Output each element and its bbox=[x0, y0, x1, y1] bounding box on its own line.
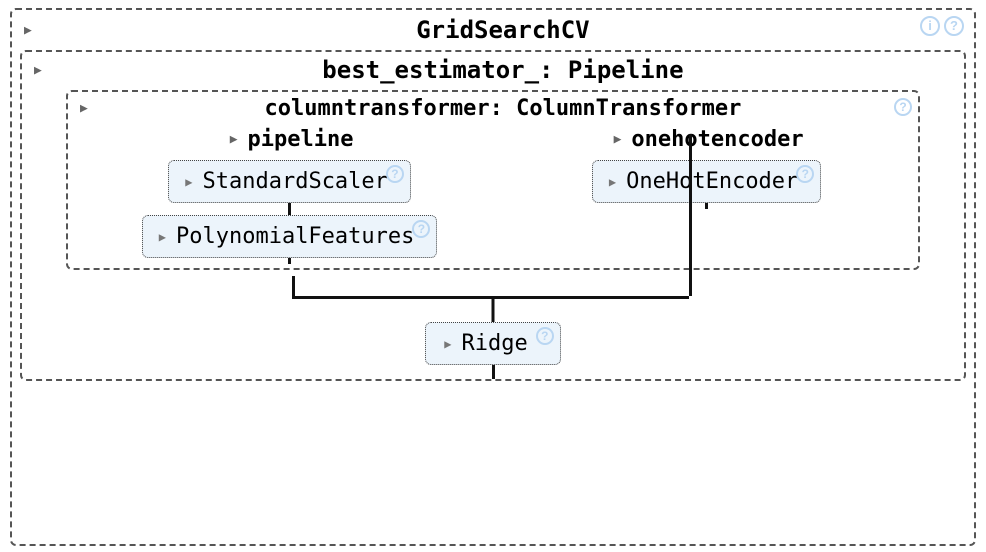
ct-title: columntransformer: ColumnTransformer bbox=[96, 96, 910, 121]
expand-caret-icon[interactable]: ▶ bbox=[614, 132, 622, 147]
pipeline-header-row: ▶ pipeline bbox=[76, 127, 503, 152]
gridsearch-title: GridSearchCV bbox=[40, 16, 966, 44]
connector-line bbox=[492, 365, 495, 379]
onehotencoder-box[interactable]: ▶ OneHotEncoder ? bbox=[592, 160, 821, 203]
gridsearch-help-icons: i ? bbox=[920, 16, 964, 36]
ct-columns: ▶ pipeline ▶ StandardScaler ? ▶ Polynomi… bbox=[76, 127, 910, 264]
ridge-row: ▶ Ridge ? bbox=[30, 322, 956, 365]
expand-caret-icon[interactable]: ▶ bbox=[34, 63, 42, 78]
help-icon[interactable]: ? bbox=[894, 98, 912, 116]
ct-title-row: ▶ columntransformer: ColumnTransformer bbox=[76, 96, 910, 121]
connector-line bbox=[689, 134, 692, 296]
connector-line bbox=[705, 203, 708, 209]
connector-line bbox=[288, 258, 291, 264]
gridsearch-title-row: ▶ GridSearchCV bbox=[20, 16, 966, 44]
pipeline-header-label: pipeline bbox=[248, 127, 354, 152]
help-icon[interactable]: ? bbox=[944, 16, 964, 36]
help-icon[interactable]: ? bbox=[796, 165, 814, 183]
help-icon[interactable]: ? bbox=[412, 220, 430, 238]
polynomialfeatures-label: PolynomialFeatures bbox=[176, 224, 414, 249]
columntransformer-block: ? ▶ columntransformer: ColumnTransformer… bbox=[66, 90, 920, 270]
polynomialfeatures-box[interactable]: ▶ PolynomialFeatures ? bbox=[142, 215, 438, 258]
connector-line bbox=[288, 203, 291, 215]
best-estimator-block: ▶ best_estimator_: Pipeline ? ▶ columntr… bbox=[20, 50, 966, 381]
onehotencoder-column: ▶ onehotencoder ▶ OneHotEncoder ? bbox=[503, 127, 910, 209]
onehotencoder-label: OneHotEncoder bbox=[626, 169, 798, 194]
info-icon[interactable]: i bbox=[920, 16, 940, 36]
ct-help-icons: ? bbox=[894, 96, 912, 116]
tail-connector bbox=[30, 365, 956, 379]
ridge-label: Ridge bbox=[462, 331, 528, 356]
expand-caret-icon[interactable]: ▶ bbox=[444, 337, 451, 351]
expand-caret-icon[interactable]: ▶ bbox=[159, 230, 166, 244]
ridge-box[interactable]: ▶ Ridge ? bbox=[425, 322, 560, 365]
onehot-header-label: onehotencoder bbox=[631, 127, 803, 152]
pipeline-column: ▶ pipeline ▶ StandardScaler ? ▶ Polynomi… bbox=[76, 127, 503, 264]
expand-caret-icon[interactable]: ▶ bbox=[609, 175, 616, 189]
best-estimator-title-row: ▶ best_estimator_: Pipeline bbox=[30, 56, 956, 84]
help-icon[interactable]: ? bbox=[386, 165, 404, 183]
onehot-header-row: ▶ onehotencoder bbox=[503, 127, 910, 152]
standardscaler-box[interactable]: ▶ StandardScaler ? bbox=[168, 160, 411, 203]
expand-caret-icon[interactable]: ▶ bbox=[230, 132, 238, 147]
expand-caret-icon[interactable]: ▶ bbox=[24, 23, 32, 38]
gridsearchcv-block: i ? ▶ GridSearchCV ▶ best_estimator_: Pi… bbox=[10, 8, 976, 546]
connector-merge bbox=[66, 276, 920, 328]
help-icon[interactable]: ? bbox=[536, 327, 554, 345]
expand-caret-icon[interactable]: ▶ bbox=[185, 175, 192, 189]
best-estimator-title: best_estimator_: Pipeline bbox=[50, 56, 956, 84]
expand-caret-icon[interactable]: ▶ bbox=[80, 101, 88, 116]
connector-line bbox=[292, 276, 295, 296]
standardscaler-label: StandardScaler bbox=[202, 169, 387, 194]
